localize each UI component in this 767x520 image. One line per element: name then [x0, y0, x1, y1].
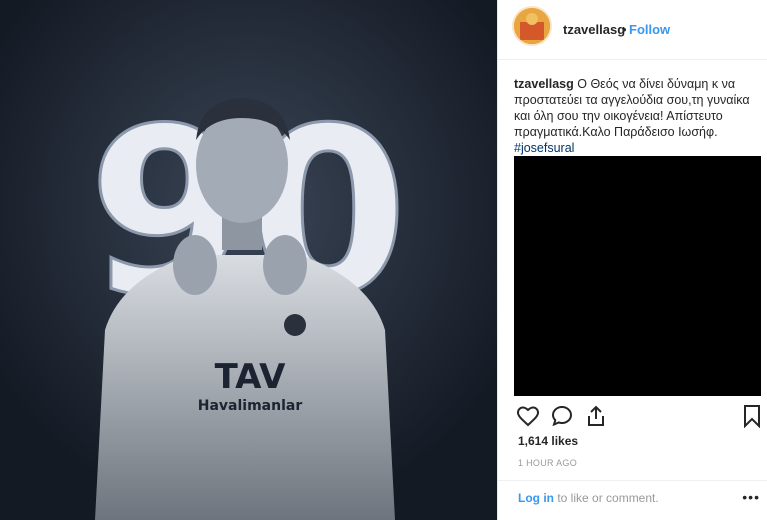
post-photo: 90 TAV Havalimanlar [0, 0, 497, 520]
hashtag-link[interactable]: #josefsural [514, 141, 574, 155]
post-sidebar: tzavellasg • Follow tzavellasg Ο Θεός να… [497, 0, 767, 520]
avatar-image [514, 8, 550, 44]
share-icon[interactable] [584, 404, 608, 433]
likes-count[interactable]: 1,614 likes [518, 434, 578, 448]
follow-button[interactable]: Follow [629, 22, 670, 37]
comment-icon[interactable] [550, 404, 574, 433]
caption-username[interactable]: tzavellasg [514, 77, 574, 91]
post-header: tzavellasg • Follow [498, 0, 767, 60]
login-link[interactable]: Log in [518, 491, 554, 505]
login-prompt: Log in to like or comment. [518, 491, 659, 505]
shirt-sponsor: TAV [215, 357, 287, 397]
separator-dot: • [622, 22, 627, 37]
login-bar: Log in to like or comment. ••• [498, 480, 767, 520]
heart-icon[interactable] [516, 404, 540, 433]
post-image[interactable]: 90 TAV Havalimanlar [0, 0, 497, 520]
bookmark-icon[interactable] [740, 404, 764, 433]
caption: tzavellasg Ο Θεός να δίνει δύναμη κ να π… [514, 76, 759, 156]
login-prompt-text: to like or comment. [554, 491, 659, 505]
action-bar [514, 404, 764, 432]
shirt-sponsor-sub: Havalimanlar [198, 398, 303, 414]
avatar[interactable] [512, 6, 552, 46]
post-time[interactable]: 1 HOUR AGO [518, 458, 577, 468]
more-options-icon[interactable]: ••• [742, 489, 760, 505]
header-username[interactable]: tzavellasg [563, 22, 625, 37]
comments-area [514, 156, 761, 396]
